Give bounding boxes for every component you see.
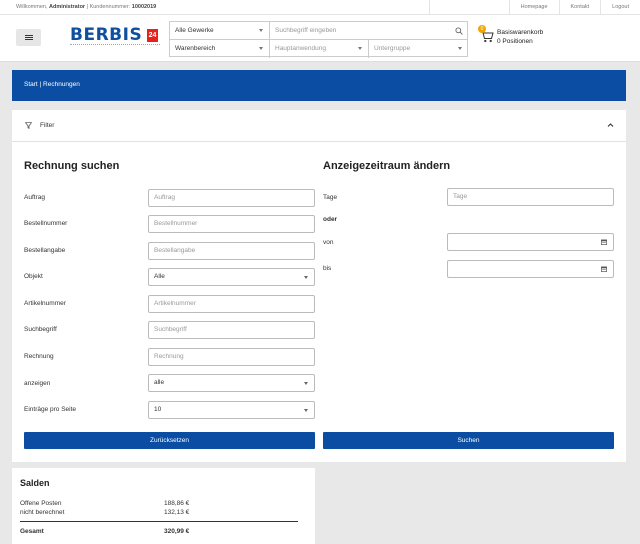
field-label-entries-per-page: Einträge pro Seite xyxy=(24,406,77,413)
welcome-text: Willkommen, Administrator | Kundennummer… xyxy=(16,4,156,10)
reset-button[interactable]: Zurücksetzen xyxy=(24,432,315,449)
hamburger-icon xyxy=(24,37,33,38)
auftrag-input[interactable]: Auftrag xyxy=(148,189,315,207)
total-row: Gesamt 320,99 € xyxy=(20,528,305,535)
area-select[interactable]: Warenbereich xyxy=(170,40,269,57)
total-label: Gesamt xyxy=(20,528,44,535)
total-divider xyxy=(20,521,298,522)
chevron-down-icon xyxy=(458,47,462,50)
or-label: oder xyxy=(323,216,338,223)
field-label-auftrag: Auftrag xyxy=(24,194,45,201)
welcome-prefix: Willkommen, xyxy=(16,4,48,10)
calendar-icon[interactable] xyxy=(601,239,607,245)
subgroup-select[interactable]: Untergruppe xyxy=(369,40,468,57)
logo-underline xyxy=(70,44,160,46)
bestellnummer-input[interactable]: Bestellnummer xyxy=(148,215,315,233)
cart-badge: 0 xyxy=(478,25,486,33)
contact-link[interactable]: Kontakt xyxy=(558,0,601,15)
balance-value: 132,13 € xyxy=(164,509,190,516)
main-use-select[interactable]: Hauptanwendung xyxy=(270,40,368,57)
artikelnummer-input[interactable]: Artikelnummer xyxy=(148,295,315,313)
objekt-select[interactable]: Alle xyxy=(148,268,315,286)
days-label: Tage xyxy=(323,194,338,201)
days-input[interactable]: Tage xyxy=(447,188,614,206)
customer-label: | Kundennummer: xyxy=(86,4,131,10)
logo[interactable]: BERBIS 24 xyxy=(70,27,160,47)
customer-number: 10002019 xyxy=(131,4,157,10)
anzeigen-select[interactable]: alle xyxy=(148,374,315,392)
period-section-title: Anzeigezeitraum ändern xyxy=(323,160,451,172)
field-label-anzeigen: anzeigen xyxy=(24,380,51,387)
search-grid: Alle Gewerke Suchbegriff eingeben Warenb… xyxy=(169,21,468,58)
logout-link[interactable]: Logout xyxy=(600,0,640,15)
top-link-spacer xyxy=(428,0,509,15)
calendar-icon[interactable] xyxy=(601,266,607,272)
field-label-objekt: Objekt xyxy=(24,273,43,280)
objekt-select-value: Alle xyxy=(154,273,165,280)
from-label: von xyxy=(323,239,334,246)
anzeigen-select-value: alle xyxy=(154,379,165,386)
chevron-down-icon xyxy=(304,276,308,279)
to-label: bis xyxy=(323,265,332,272)
filter-icon xyxy=(25,122,32,129)
balance-row: Offene Posten 188,86 € xyxy=(20,500,305,507)
from-date-input[interactable] xyxy=(447,233,614,251)
search-button[interactable]: Suchen xyxy=(323,432,614,449)
balance-value: 188,86 € xyxy=(164,500,190,507)
balance-label: Offene Posten xyxy=(20,500,62,507)
chevron-down-icon xyxy=(304,409,308,412)
field-label-bestellnummer: Bestellnummer xyxy=(24,220,68,227)
chevron-down-icon xyxy=(358,47,362,50)
main-use-select-value: Hauptanwendung xyxy=(275,45,326,52)
logo-badge: 24 xyxy=(147,29,158,42)
total-value: 320,99 € xyxy=(164,528,190,535)
to-date-input[interactable] xyxy=(447,260,614,278)
chevron-down-icon xyxy=(259,47,263,50)
chevron-up-icon[interactable] xyxy=(607,122,614,128)
breadcrumb-bar: Start | Rechnungen xyxy=(12,70,626,101)
filter-label: Filter xyxy=(40,122,55,129)
menu-button[interactable] xyxy=(16,29,41,46)
balances-panel: Salden Offene Posten 188,86 € nicht bere… xyxy=(12,468,315,544)
entries-per-page-select[interactable]: 10 xyxy=(148,401,315,419)
field-label-suchbegriff: Suchbegriff xyxy=(24,326,57,333)
area-select-value: Warenbereich xyxy=(175,45,216,52)
field-label-artikelnummer: Artikelnummer xyxy=(24,300,66,307)
header: BERBIS 24 Alle Gewerke Suchbegriff einge… xyxy=(0,15,640,62)
breadcrumb[interactable]: Start | Rechnungen xyxy=(24,81,80,88)
cart-title: Basiswarenkorb xyxy=(497,29,544,36)
trade-select[interactable]: Alle Gewerke xyxy=(170,22,269,39)
field-label-bestellangabe: Bestellangabe xyxy=(24,247,66,254)
bestellangabe-input[interactable]: Bestellangabe xyxy=(148,242,315,260)
subgroup-select-value: Untergruppe xyxy=(374,45,411,52)
search-section-title: Rechnung suchen xyxy=(24,160,120,172)
balance-row: nicht berechnet 132,13 € xyxy=(20,509,305,516)
chevron-down-icon xyxy=(259,29,263,32)
top-links: Homepage Kontakt Logout xyxy=(428,0,640,15)
chevron-down-icon xyxy=(304,382,308,385)
cart-count: 0 Positionen xyxy=(497,38,533,45)
rechnung-input[interactable]: Rechnung xyxy=(148,348,315,366)
homepage-link[interactable]: Homepage xyxy=(508,0,559,15)
filter-header[interactable]: Filter xyxy=(12,110,626,142)
field-label-rechnung: Rechnung xyxy=(24,353,54,360)
trade-select-value: Alle Gewerke xyxy=(175,27,214,34)
balance-label: nicht berechnet xyxy=(20,509,65,516)
search-placeholder: Suchbegriff eingeben xyxy=(275,27,337,34)
top-bar: Willkommen, Administrator | Kundennummer… xyxy=(0,0,640,15)
search-icon[interactable] xyxy=(455,27,463,35)
filter-panel: Filter Rechnung suchen Anzeigezeitraum ä… xyxy=(12,110,626,462)
balances-title: Salden xyxy=(20,478,50,488)
user-name: Administrator xyxy=(49,4,86,10)
suchbegriff-input[interactable]: Suchbegriff xyxy=(148,321,315,339)
cart[interactable]: 0 Basiswarenkorb 0 Positionen xyxy=(478,25,568,51)
entries-per-page-value: 10 xyxy=(154,406,162,413)
search-input[interactable]: Suchbegriff eingeben xyxy=(270,22,468,39)
